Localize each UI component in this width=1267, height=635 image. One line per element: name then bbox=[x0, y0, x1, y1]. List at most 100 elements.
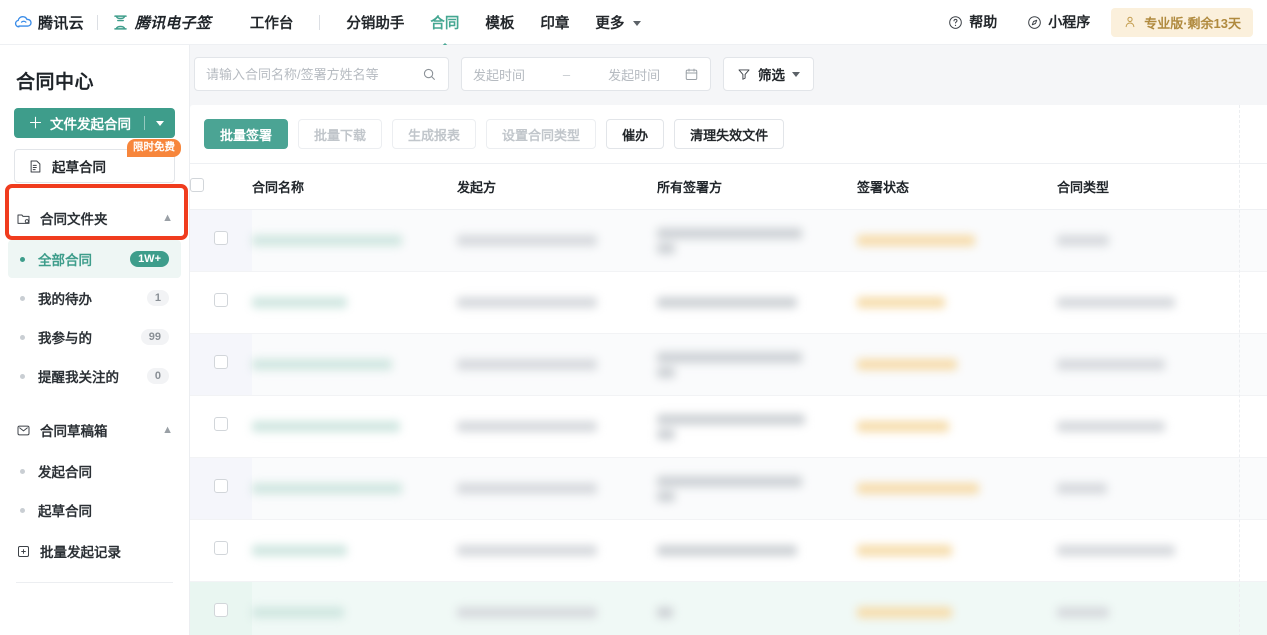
page-title: 合同中心 bbox=[16, 72, 95, 93]
redacted-text-bar bbox=[657, 475, 802, 487]
nav-item-distribution[interactable]: 分销助手 bbox=[333, 12, 417, 33]
row-select-cell bbox=[190, 209, 252, 272]
section-contract-folder[interactable]: 合同文件夹 ▲ bbox=[0, 197, 189, 239]
help-button[interactable]: 帮助 bbox=[933, 12, 1012, 32]
esign-logo[interactable]: 腾讯电子签 bbox=[111, 12, 211, 33]
status-cell bbox=[857, 457, 1057, 520]
table-row[interactable] bbox=[190, 457, 1267, 520]
esign-label: 腾讯电子签 bbox=[134, 14, 211, 32]
row-checkbox[interactable] bbox=[214, 355, 228, 369]
row-checkbox[interactable] bbox=[214, 417, 228, 431]
redacted-text-bar bbox=[657, 413, 805, 425]
calendar-icon[interactable] bbox=[684, 67, 699, 82]
nav-divider bbox=[319, 14, 321, 30]
column-header-contract-type[interactable]: 合同类型 bbox=[1057, 163, 1247, 210]
bulk-sign-button[interactable]: 批量签署 bbox=[204, 119, 289, 149]
create-contract-from-file-button[interactable]: ＋ 文件发起合同 bbox=[14, 108, 175, 138]
date-end-placeholder: 发起时间 bbox=[608, 67, 661, 83]
nav-item-workbench[interactable]: 工作台 bbox=[237, 12, 307, 33]
row-select-cell bbox=[190, 271, 252, 334]
contract-name-cell[interactable] bbox=[252, 581, 457, 635]
redacted-text-bar bbox=[457, 483, 597, 494]
nav-item-more[interactable]: 更多 bbox=[582, 12, 654, 33]
table-row[interactable] bbox=[190, 209, 1267, 272]
generate-report-button[interactable]: 生成报表 bbox=[392, 119, 477, 149]
table-row[interactable] bbox=[190, 519, 1267, 582]
contract-name-cell[interactable] bbox=[252, 333, 457, 396]
brand-divider bbox=[96, 14, 98, 30]
plus-icon: ＋ bbox=[28, 114, 44, 132]
column-header-status[interactable]: 签署状态 bbox=[857, 163, 1057, 210]
nav-item-seal[interactable]: 印章 bbox=[527, 12, 582, 33]
contract-type-cell bbox=[1057, 581, 1247, 635]
bullet-icon bbox=[20, 507, 25, 513]
redacted-content bbox=[1057, 545, 1247, 556]
redacted-content bbox=[857, 545, 1057, 556]
row-checkbox[interactable] bbox=[214, 479, 228, 493]
filter-button[interactable]: 筛选 bbox=[723, 57, 814, 91]
contract-name-cell[interactable] bbox=[252, 209, 457, 272]
cloud-icon bbox=[14, 15, 32, 28]
redacted-text-bar bbox=[857, 545, 952, 556]
create-contract-dropdown-toggle[interactable] bbox=[145, 120, 175, 126]
column-header-initiator[interactable]: 发起方 bbox=[457, 163, 657, 210]
sidebar-item-initiate-contract[interactable]: 发起合同 bbox=[8, 452, 181, 490]
sidebar-item-batch-records[interactable]: 批量发起记录 bbox=[0, 530, 189, 572]
chevron-down-icon bbox=[633, 21, 642, 27]
nav-item-template[interactable]: 模板 bbox=[472, 12, 527, 33]
redacted-text-bar bbox=[1057, 483, 1107, 494]
miniprogram-button[interactable]: 小程序 bbox=[1012, 12, 1105, 32]
sidebar-item-my-todo[interactable]: 我的待办 1 bbox=[8, 279, 181, 317]
table-row[interactable] bbox=[190, 395, 1267, 458]
hourglass-icon bbox=[114, 14, 127, 30]
redacted-text-bar bbox=[657, 297, 797, 308]
table-body bbox=[190, 209, 1267, 635]
table-row[interactable] bbox=[190, 333, 1267, 396]
column-header-signers[interactable]: 所有签署方 bbox=[657, 163, 857, 210]
status-cell bbox=[857, 209, 1057, 272]
initiator-cell bbox=[457, 395, 657, 458]
sidebar-item-draft-contract[interactable]: 起草合同 bbox=[8, 491, 181, 529]
sidebar-item-label: 发起合同 bbox=[38, 465, 92, 480]
bulk-download-button[interactable]: 批量下载 bbox=[298, 119, 383, 149]
redacted-text-bar bbox=[457, 421, 597, 432]
contract-name-cell[interactable] bbox=[252, 457, 457, 520]
urge-button[interactable]: 催办 bbox=[606, 119, 665, 149]
contract-type-cell bbox=[1057, 209, 1247, 272]
section-draft-box[interactable]: 合同草稿箱 ▲ bbox=[0, 409, 189, 451]
table-row[interactable] bbox=[190, 271, 1267, 334]
contract-name-cell[interactable] bbox=[252, 271, 457, 334]
set-contract-type-button[interactable]: 设置合同类型 bbox=[486, 119, 597, 149]
redacted-text-bar bbox=[657, 545, 797, 556]
sidebar-item-watched[interactable]: 提醒我关注的 0 bbox=[8, 357, 181, 395]
contract-name-cell[interactable] bbox=[252, 519, 457, 582]
compass-icon bbox=[1028, 15, 1042, 29]
tencent-cloud-label: 腾讯云 bbox=[38, 14, 84, 32]
bullet-icon bbox=[20, 295, 25, 301]
row-checkbox[interactable] bbox=[214, 231, 228, 245]
search-icon[interactable] bbox=[422, 67, 437, 82]
sidebar-item-all-contracts[interactable]: 全部合同 1W+ bbox=[8, 240, 181, 278]
column-header-contract-name[interactable]: 合同名称 bbox=[252, 163, 457, 210]
redacted-content bbox=[1057, 235, 1247, 246]
redacted-text-bar bbox=[857, 421, 949, 432]
folder-icon bbox=[17, 214, 30, 224]
search-input[interactable] bbox=[206, 66, 422, 82]
table-header: 合同名称 发起方 所有签署方 签署状态 合同类型 bbox=[190, 163, 1267, 210]
contract-name-cell[interactable] bbox=[252, 395, 457, 458]
row-checkbox[interactable] bbox=[214, 603, 228, 617]
table-row[interactable] bbox=[190, 581, 1267, 635]
redacted-text-bar bbox=[252, 235, 402, 246]
row-select-cell bbox=[190, 519, 252, 582]
tencent-cloud-logo[interactable]: 腾讯云 bbox=[14, 12, 84, 33]
select-all-checkbox[interactable] bbox=[190, 178, 204, 192]
row-checkbox[interactable] bbox=[214, 541, 228, 555]
nav-item-contract[interactable]: 合同 bbox=[417, 12, 472, 51]
sidebar-item-participated[interactable]: 我参与的 99 bbox=[8, 318, 181, 356]
redacted-text-bar bbox=[657, 227, 802, 239]
clean-invalid-files-button[interactable]: 清理失效文件 bbox=[674, 119, 785, 149]
pro-version-badge[interactable]: 专业版·剩余13天 bbox=[1111, 7, 1253, 37]
date-range-picker[interactable]: 发起时间 – 发起时间 bbox=[461, 57, 711, 91]
row-checkbox[interactable] bbox=[214, 293, 228, 307]
search-box[interactable] bbox=[194, 57, 449, 91]
